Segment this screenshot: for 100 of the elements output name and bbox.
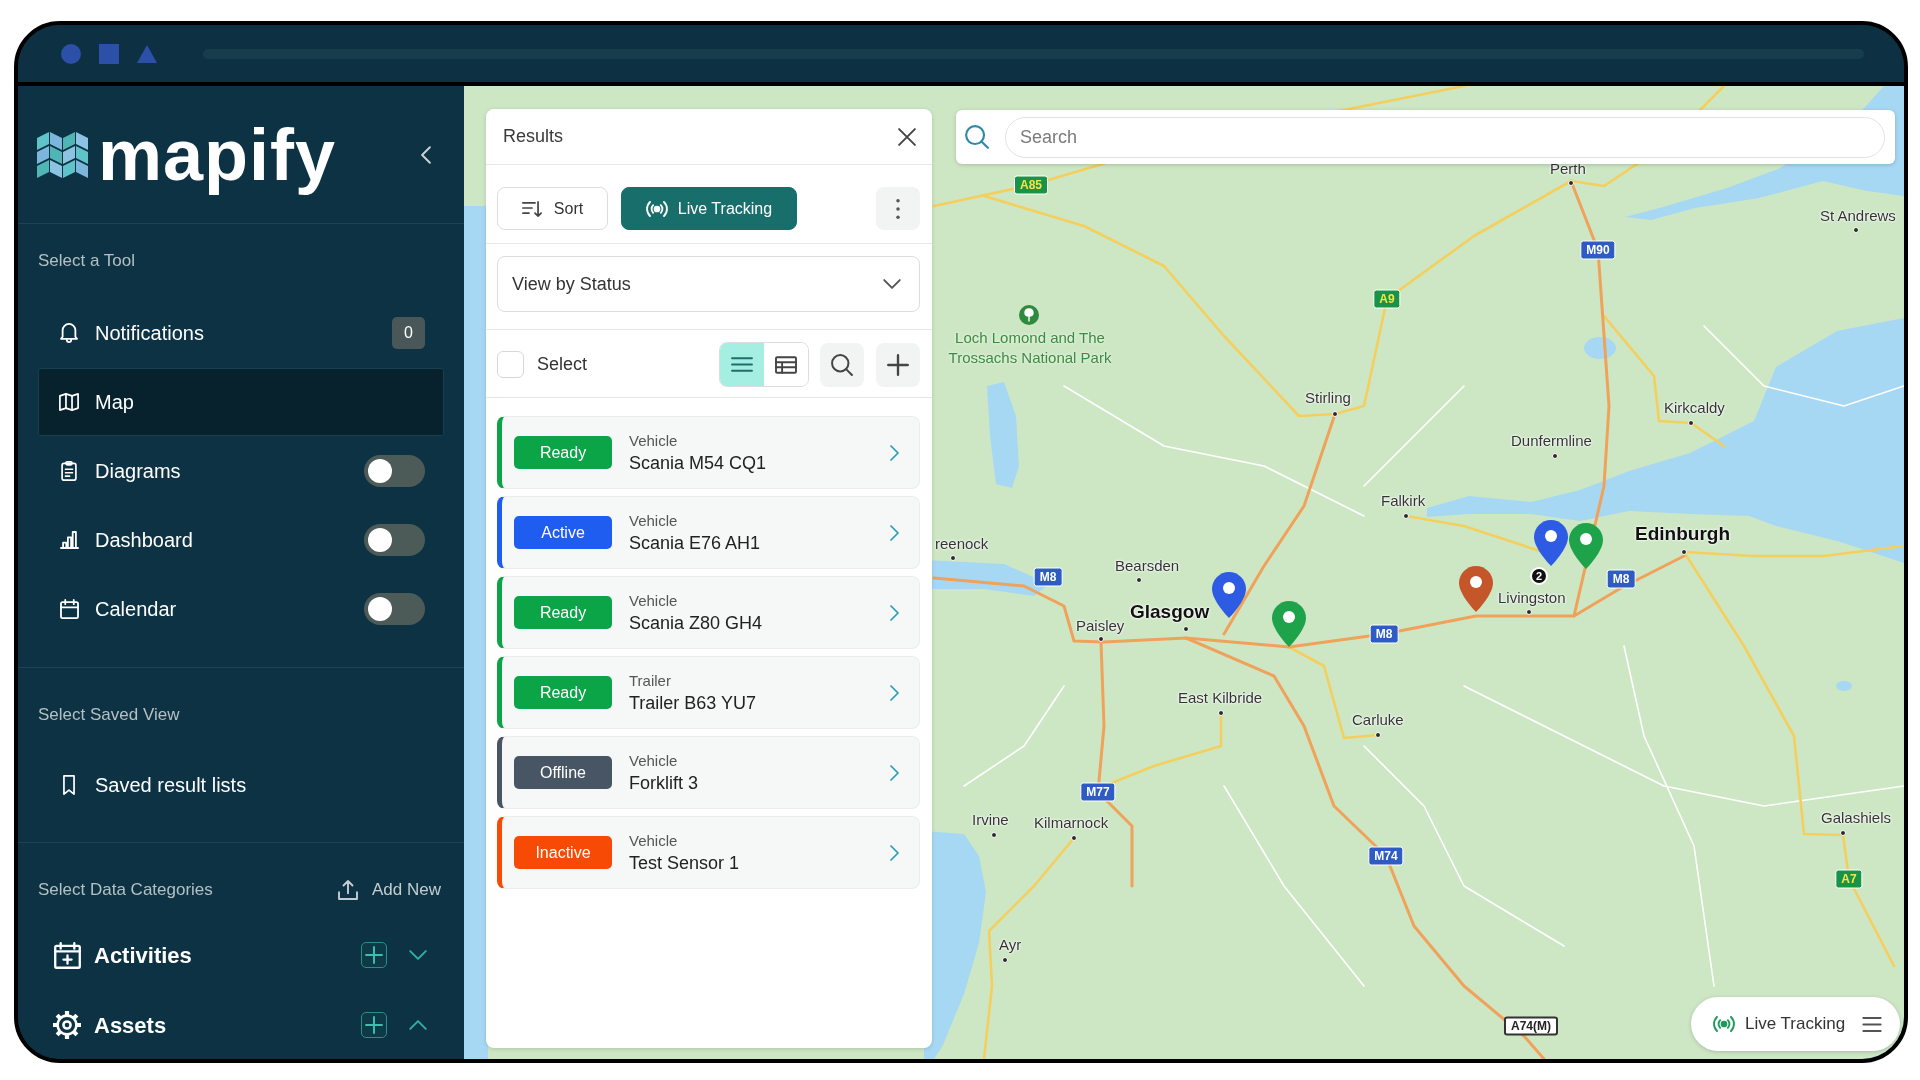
- water-area: [1836, 681, 1852, 691]
- live-tracking-button[interactable]: Live Tracking: [621, 187, 797, 230]
- item-name: Scania E76 AH1: [629, 531, 761, 555]
- list-icon: [731, 357, 753, 372]
- menu-icon[interactable]: [1862, 1016, 1882, 1032]
- status-tag: Ready: [514, 596, 612, 629]
- item-name: Forklift 3: [629, 771, 698, 795]
- status-tag: Ready: [514, 676, 612, 709]
- map-pin[interactable]: [1272, 601, 1306, 647]
- chevron-left-icon[interactable]: [421, 145, 431, 164]
- item-type: Vehicle: [629, 750, 679, 771]
- item-type: Vehicle: [629, 590, 679, 611]
- place-label: reenock: [935, 535, 989, 553]
- select-checkbox[interactable]: [497, 351, 524, 378]
- category-item[interactable]: Assets: [38, 990, 444, 1059]
- item-name: Trailer B63 YU7: [629, 691, 757, 715]
- panel-title: Results: [503, 125, 564, 148]
- result-item[interactable]: Active Vehicle Scania E76 AH1: [497, 496, 920, 569]
- add-new-button[interactable]: Add New: [338, 877, 441, 903]
- place-label: Stirling: [1305, 389, 1351, 407]
- chevron-right-icon: [890, 684, 899, 701]
- map-pin[interactable]: [1212, 572, 1246, 618]
- section-heading: Select Data Categories: [38, 879, 213, 901]
- logo-text: mapify: [98, 116, 337, 193]
- sidebar-item[interactable]: Calendar: [38, 575, 444, 643]
- chevron-up-icon[interactable]: [409, 1020, 427, 1030]
- bell-icon: [60, 323, 78, 343]
- result-item[interactable]: Ready Vehicle Scania Z80 GH4: [497, 576, 920, 649]
- result-item[interactable]: Ready Vehicle Scania M54 CQ1: [497, 416, 920, 489]
- item-name: Test Sensor 1: [629, 851, 740, 875]
- sidebar-item[interactable]: Diagrams: [38, 437, 444, 505]
- calendar-plus-icon: [53, 941, 81, 969]
- add-button[interactable]: [876, 342, 920, 387]
- search-icon: [965, 125, 989, 149]
- select-label[interactable]: Select: [537, 351, 588, 378]
- sidebar-item[interactable]: Dashboard: [38, 506, 444, 574]
- add-button[interactable]: [361, 942, 387, 968]
- map-icon: [59, 393, 79, 411]
- place-label: Livingston: [1498, 589, 1566, 607]
- chevron-down-icon: [883, 279, 901, 289]
- result-item[interactable]: Offline Vehicle Forklift 3: [497, 736, 920, 809]
- circle-icon: [61, 43, 81, 64]
- chevron-down-icon[interactable]: [409, 950, 427, 960]
- road-number: M8: [1369, 624, 1399, 644]
- road-number: M74: [1368, 846, 1404, 866]
- status-tag: Ready: [514, 436, 612, 469]
- plus-icon: [887, 353, 909, 376]
- road-number: M90: [1580, 240, 1616, 260]
- place-label: Irvine: [972, 811, 1009, 829]
- close-icon[interactable]: [898, 127, 916, 146]
- sort-button[interactable]: Sort: [497, 187, 608, 230]
- chevron-right-icon: [890, 604, 899, 621]
- item-name: Scania Z80 GH4: [629, 611, 763, 635]
- sidebar-item[interactable]: Notifications 0: [38, 299, 444, 367]
- search-field[interactable]: Search: [1005, 116, 1885, 158]
- more-vertical-icon: [896, 198, 900, 219]
- gear-icon: [53, 1011, 81, 1039]
- bar-chart-icon: [59, 531, 79, 549]
- park-label: Loch Lomond and The Trossachs National Park: [947, 328, 1113, 368]
- item-type: Vehicle: [629, 830, 679, 851]
- add-button[interactable]: [361, 1012, 387, 1038]
- upload-icon: [338, 880, 358, 900]
- item-type: Vehicle: [629, 510, 679, 531]
- toggle-switch[interactable]: [364, 524, 425, 556]
- place-label: Falkirk: [1381, 492, 1426, 510]
- count-badge: 0: [392, 317, 425, 349]
- bookmark-icon: [63, 775, 75, 795]
- place-label: Kilmarnock: [1034, 814, 1109, 832]
- place-label: Perth: [1550, 160, 1586, 178]
- search-button[interactable]: [820, 342, 864, 387]
- status-tag: Inactive: [514, 836, 612, 869]
- sidebar-item[interactable]: Map: [38, 368, 444, 436]
- toggle-switch[interactable]: [364, 455, 425, 487]
- item-type: Trailer: [629, 670, 672, 691]
- map-pin[interactable]: [1534, 520, 1568, 566]
- result-item[interactable]: Inactive Vehicle Test Sensor 1: [497, 816, 920, 889]
- sidebar-item[interactable]: Saved result lists: [38, 751, 444, 819]
- tree-icon: [1019, 305, 1039, 325]
- toggle-switch[interactable]: [364, 593, 425, 625]
- place-label: Dunfermline: [1511, 432, 1592, 450]
- place-label: St Andrews: [1820, 207, 1896, 225]
- road-number: A7: [1835, 869, 1863, 889]
- view-dropdown[interactable]: View by Status: [497, 256, 920, 312]
- place-label: Galashiels: [1821, 809, 1892, 827]
- road-number: M8: [1033, 567, 1063, 587]
- map-pin[interactable]: [1459, 566, 1493, 612]
- place-label: Paisley: [1076, 617, 1125, 635]
- road-number: A74(M): [1504, 1016, 1558, 1036]
- item-type: Vehicle: [629, 430, 679, 451]
- place-label: Ayr: [999, 936, 1022, 954]
- table-icon: [775, 355, 797, 374]
- place-label: Kirkcaldy: [1664, 399, 1725, 417]
- list-view-button[interactable]: [720, 343, 764, 386]
- map-pin[interactable]: [1569, 523, 1603, 569]
- section-heading: Select Saved View: [38, 704, 181, 726]
- chevron-right-icon: [890, 844, 899, 861]
- category-item[interactable]: Activities: [38, 920, 444, 990]
- result-item[interactable]: Ready Trailer Trailer B63 YU7: [497, 656, 920, 729]
- road-number: A9: [1373, 289, 1401, 309]
- place-label: Carluke: [1352, 711, 1404, 729]
